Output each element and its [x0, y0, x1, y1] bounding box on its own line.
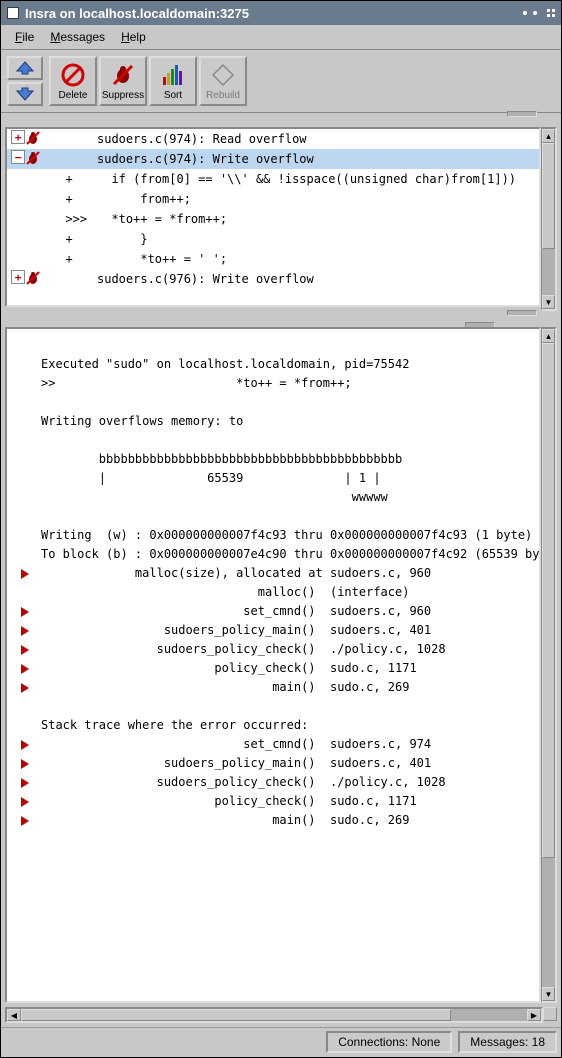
detail-line[interactable]: set_cmnd() sudoers.c, 960 — [21, 602, 525, 621]
scroll-corner — [543, 1007, 557, 1021]
statusbar: Connections: None Messages: 18 — [1, 1027, 561, 1057]
detail-line[interactable]: policy_check() sudo.c, 1171 — [21, 792, 525, 811]
issue-row[interactable]: + sudoers.c(976): Write overflow — [7, 269, 539, 289]
detail-line[interactable]: main() sudo.c, 269 — [21, 811, 525, 830]
detail-line[interactable]: sudoers_policy_check() ./policy.c, 1028 — [21, 640, 525, 659]
window-title: Insra on localhost.localdomain:3275 — [25, 6, 517, 21]
detail-line[interactable]: sudoers_policy_main() sudoers.c, 401 — [21, 621, 525, 640]
issue-text: sudoers.c(974): Read overflow — [97, 130, 535, 148]
status-connections: Connections: None — [326, 1031, 452, 1053]
stack-frame-marker-icon — [21, 759, 29, 769]
detail-line: | 65539 | 1 | — [21, 469, 525, 488]
stack-frame-marker-icon — [21, 664, 29, 674]
issue-row[interactable]: >>> *to++ = *from++; — [7, 209, 539, 229]
issue-text: *to++ = *from++; — [97, 210, 535, 228]
issue-text: sudoers.c(974): Write overflow — [97, 150, 535, 168]
sort-bars-icon — [160, 62, 186, 88]
detail-line: Writing (w) : 0x000000000007f4c93 thru 0… — [21, 526, 525, 545]
expand-icon[interactable]: + — [11, 130, 25, 144]
collapse-icon[interactable]: − — [11, 150, 25, 164]
status-messages: Messages: 18 — [458, 1031, 557, 1053]
menu-messages[interactable]: Messages — [44, 28, 111, 46]
issue-text: } — [97, 230, 535, 248]
issue-text: sudoers.c(976): Write overflow — [97, 270, 535, 288]
window-menu-icon[interactable] — [547, 9, 555, 17]
stack-frame-marker-icon — [21, 645, 29, 655]
detail-pane[interactable]: Executed "sudo" on localhost.localdomain… — [5, 327, 541, 1003]
detail-line: bbbbbbbbbbbbbbbbbbbbbbbbbbbbbbbbbbbbbbbb… — [21, 450, 525, 469]
issue-row[interactable]: + from++; — [7, 189, 539, 209]
bug-icon — [25, 270, 41, 286]
suppress-button[interactable]: Suppress — [99, 56, 147, 106]
menu-help[interactable]: Help — [115, 28, 152, 46]
issue-row[interactable]: − sudoers.c(974): Write overflow — [7, 149, 539, 169]
stack-frame-marker-icon — [21, 778, 29, 788]
issue-text: if (from[0] == '\\' && !isspace((unsigne… — [97, 170, 535, 188]
menu-file[interactable]: Filedocument.currentScript.previousEleme… — [9, 28, 40, 46]
stack-frame-marker-icon — [21, 797, 29, 807]
window-controls[interactable] — [523, 11, 537, 15]
detail-line[interactable]: set_cmnd() sudoers.c, 974 — [21, 735, 525, 754]
menubar: Filedocument.currentScript.previousEleme… — [1, 25, 561, 50]
issues-scrollbar[interactable]: ▲ ▼ — [541, 127, 557, 311]
detail-scrollbar[interactable]: ▲ ▼ — [541, 327, 557, 1003]
scroll-down-icon[interactable]: ▼ — [542, 295, 555, 309]
split-area: + sudoers.c(974): Read overflow − sudoers.c… — [1, 113, 561, 1027]
detail-line[interactable]: sudoers_policy_check() ./policy.c, 1028 — [21, 773, 525, 792]
detail-line: wwwww — [21, 488, 525, 507]
app-icon — [7, 7, 19, 19]
stack-frame-marker-icon — [21, 683, 29, 693]
stack-frame-marker-icon — [21, 816, 29, 826]
detail-line: To block (b) : 0x000000000007e4c90 thru … — [21, 545, 525, 564]
detail-line[interactable]: main() sudo.c, 269 — [21, 678, 525, 697]
scroll-up-icon[interactable]: ▲ — [542, 329, 555, 343]
pane-handle-icon[interactable] — [507, 111, 537, 117]
detail-line[interactable]: sudoers_policy_main() sudoers.c, 401 — [21, 754, 525, 773]
issue-row[interactable]: + if (from[0] == '\\' && !isspace((unsig… — [7, 169, 539, 189]
no-entry-icon — [60, 62, 86, 88]
detail-line: Writing overflows memory: to — [21, 412, 525, 431]
nav-down-button[interactable] — [7, 82, 43, 106]
expand-icon[interactable]: + — [11, 270, 25, 284]
app-window: Insra on localhost.localdomain:3275 File… — [0, 0, 562, 1058]
issue-text: from++; — [97, 190, 535, 208]
suppress-label: Suppress — [102, 90, 144, 101]
sort-button[interactable]: Sort — [149, 56, 197, 106]
split-handle[interactable] — [5, 315, 557, 323]
stack-frame-marker-icon — [21, 626, 29, 636]
issue-row[interactable]: + sudoers.c(974): Read overflow — [7, 129, 539, 149]
stack-frame-marker-icon — [21, 569, 29, 579]
bug-icon — [25, 130, 41, 146]
issues-pane[interactable]: + sudoers.c(974): Read overflow − sudoers.c… — [5, 127, 541, 307]
rebuild-button[interactable]: Rebuild — [199, 56, 247, 106]
detail-line: Stack trace where the error occurred: — [21, 716, 525, 735]
toolbar: Delete Suppress — [1, 50, 561, 113]
detail-line: Executed "sudo" on localhost.localdomain… — [21, 355, 525, 374]
delete-label: Delete — [59, 90, 88, 101]
nav-up-button[interactable] — [7, 56, 43, 80]
delete-button[interactable]: Delete — [49, 56, 97, 106]
scroll-up-icon[interactable]: ▲ — [542, 129, 555, 143]
stack-frame-marker-icon — [21, 607, 29, 617]
detail-line: >> *to++ = *from++; — [21, 374, 525, 393]
detail-line: malloc() (interface) — [21, 583, 525, 602]
detail-line[interactable]: policy_check() sudo.c, 1171 — [21, 659, 525, 678]
scroll-down-icon[interactable]: ▼ — [542, 987, 555, 1001]
issue-text: *to++ = ' '; — [97, 250, 535, 268]
stack-frame-marker-icon — [21, 740, 29, 750]
bug-icon — [25, 150, 41, 166]
suppress-bug-icon — [110, 62, 136, 88]
issue-row[interactable]: + *to++ = ' '; — [7, 249, 539, 269]
sort-label: Sort — [164, 90, 182, 101]
issue-row[interactable]: + } — [7, 229, 539, 249]
rebuild-label: Rebuild — [206, 90, 240, 101]
titlebar[interactable]: Insra on localhost.localdomain:3275 — [1, 1, 561, 25]
rebuild-diamond-icon — [210, 62, 236, 88]
detail-hscrollbar[interactable]: ◀ ▶ — [5, 1007, 543, 1023]
detail-line[interactable]: malloc(size), allocated at sudoers.c, 96… — [21, 564, 525, 583]
